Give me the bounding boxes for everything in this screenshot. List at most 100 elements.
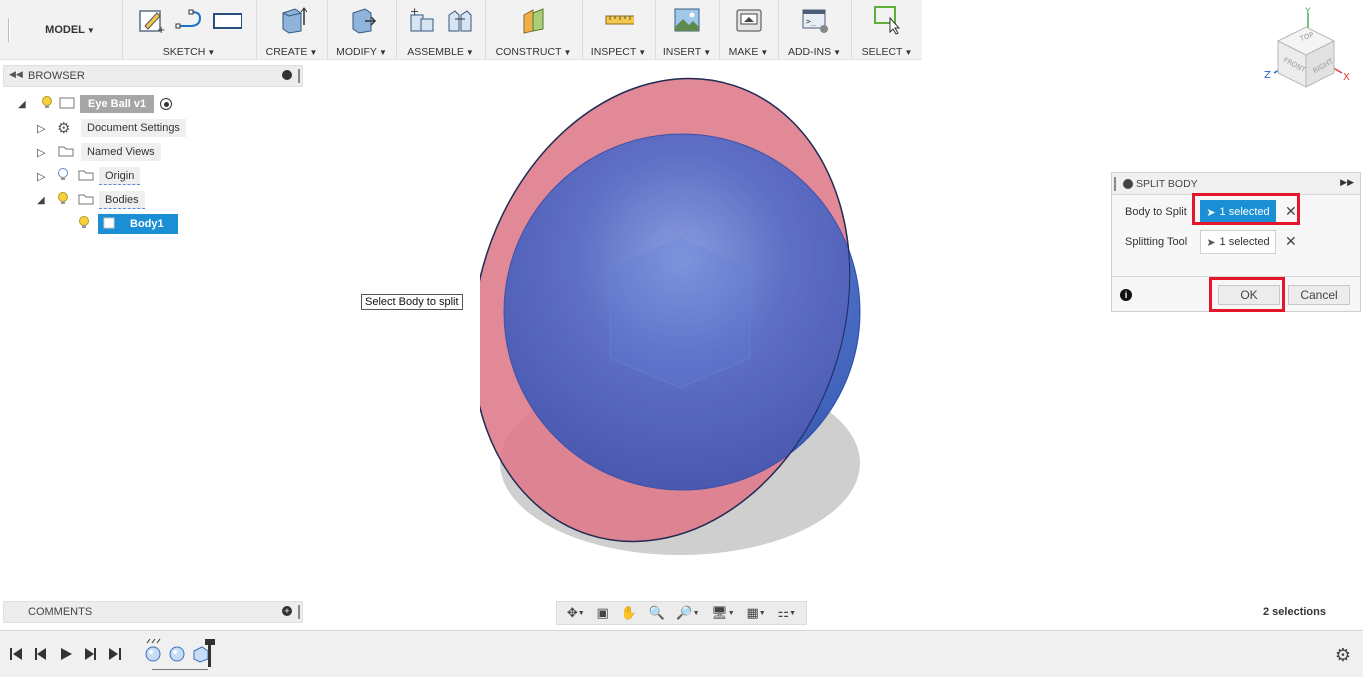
collapse-dialog-icon[interactable] [1123,179,1133,189]
add-comment-icon[interactable]: + [282,606,292,616]
root-component-label[interactable]: Eye Ball v1 [80,95,155,113]
tree-root[interactable]: ◢ Eye Ball v1 [18,94,173,114]
offset-plane-icon[interactable] [519,4,549,36]
sketch-label: SKETCH [162,46,206,58]
tree-item-label: Body1 [130,218,164,230]
cancel-button[interactable]: Cancel [1288,285,1350,305]
viewcube[interactable]: TOP FRONT RIGHT Y X Z [1262,3,1358,95]
create-sketch-icon[interactable]: + [136,4,166,36]
grid-icon[interactable]: ▦ ▼ [746,605,765,621]
select-label: SELECT [861,46,903,58]
addins-label: ADD-INS [787,46,832,58]
assemble-label: ASSEMBLE [407,46,464,58]
browser-panel-header[interactable]: ◀◀ BROWSER [3,65,303,87]
collapse-arrow-icon[interactable]: ◢ [18,99,36,110]
measure-icon[interactable] [604,4,634,36]
assemble-menu[interactable]: ASSEMBLE ▼ [397,46,484,58]
addins-menu[interactable]: ADD-INS ▼ [779,46,850,58]
clear-tool-selection-icon[interactable]: ✕ [1285,233,1297,250]
comments-panel-header[interactable]: COMMENTS + [3,601,303,623]
minimize-panel-icon[interactable] [282,70,292,80]
expand-arrow-icon[interactable]: ▷ [37,146,57,159]
svg-text:+: + [410,5,419,18]
pan-icon[interactable]: ✋ [621,605,637,621]
viewports-icon[interactable]: ⚏ ▼ [777,605,796,621]
expand-arrow-icon[interactable]: ▷ [37,170,57,183]
new-component-icon[interactable]: + [407,4,437,36]
axis-x-label: X [1343,72,1350,83]
svg-text:+: + [157,25,165,34]
zoom-icon[interactable]: 🔍 [648,605,664,621]
select-icon[interactable] [872,4,902,36]
go-to-start-icon[interactable] [9,647,23,664]
lightbulb-icon[interactable] [36,95,58,113]
workspace-dropdown[interactable]: MODEL ▼ [20,0,120,60]
rectangle-icon[interactable] [212,4,242,36]
lightbulb-icon[interactable] [57,191,77,209]
select-group: SELECT ▼ [851,0,922,60]
sphere-feature-icon[interactable] [144,645,162,666]
document-icon [58,96,80,113]
lightbulb-off-icon[interactable] [57,167,77,185]
modify-menu[interactable]: MODIFY ▼ [328,46,395,58]
create-menu[interactable]: CREATE ▼ [257,46,326,58]
dialog-grip[interactable] [1114,177,1116,191]
3d-print-icon[interactable] [734,4,764,36]
tree-item-label: Origin [99,167,141,185]
tree-item-label: Named Views [81,143,161,161]
step-forward-icon[interactable] [83,647,97,664]
tree-item-label: Bodies [99,191,145,209]
make-menu[interactable]: MAKE ▼ [720,46,777,58]
line-icon[interactable] [174,4,204,36]
sphere-feature-icon[interactable] [168,645,186,666]
insert-image-icon[interactable] [672,4,702,36]
collapse-arrow-icon[interactable]: ◢ [37,195,57,206]
gear-icon[interactable]: ⚙ [1335,645,1351,666]
tree-item-origin[interactable]: ▷ Origin [37,166,141,186]
modify-label: MODIFY [336,46,377,58]
tree-item-named-views[interactable]: ▷ Named Views [37,142,161,162]
fit-icon[interactable]: 🔎 ▼ [676,605,699,621]
toolbar-grip[interactable] [8,18,10,42]
step-back-icon[interactable] [34,647,48,664]
construct-menu[interactable]: CONSTRUCT ▼ [486,46,581,58]
tree-item-bodies[interactable]: ◢ Bodies [37,190,145,210]
press-pull-icon[interactable] [347,4,377,36]
extrude-icon[interactable] [277,4,307,36]
make-label: MAKE [728,46,759,58]
dialog-header[interactable]: SPLIT BODY ▶▶ [1112,173,1360,195]
tree-item-body1[interactable]: Body1 [78,214,178,234]
expand-dialog-icon[interactable]: ▶▶ [1340,177,1354,188]
info-icon[interactable]: i [1120,289,1132,301]
collapse-panel-icon[interactable]: ◀◀ [9,69,23,80]
tree-item-document-settings[interactable]: ▷ ⚙ Document Settings [37,118,186,138]
construct-label: CONSTRUCT [495,46,562,58]
selection-tooltip: Select Body to split [361,294,463,310]
sketch-menu[interactable]: SKETCH ▼ [123,46,255,58]
panel-grip[interactable] [298,605,300,619]
selection-count: 2 selections [1263,606,1326,618]
lightbulb-icon[interactable] [78,215,98,233]
go-to-end-icon[interactable] [108,647,122,664]
scripts-icon[interactable]: >_ [800,4,830,36]
joint-icon[interactable] [445,4,475,36]
orbit-icon[interactable]: ✥ ▼ [567,605,585,621]
axis-z-label: Z [1264,70,1271,81]
tree-item-label: Document Settings [81,119,186,137]
make-group: MAKE ▼ [719,0,777,60]
look-at-icon[interactable]: ▣ [596,605,608,621]
select-menu[interactable]: SELECT ▼ [852,46,922,58]
sketch-group: + SKETCH ▼ [122,0,255,60]
activate-component-icon[interactable] [160,98,173,110]
insert-menu[interactable]: INSERT ▼ [656,46,718,58]
folder-icon [77,192,99,209]
panel-grip[interactable] [298,69,300,83]
play-icon[interactable] [59,647,73,664]
expand-arrow-icon[interactable]: ▷ [37,122,57,135]
inspect-menu[interactable]: INSPECT ▼ [583,46,654,58]
timeline-marker-head[interactable] [205,639,215,645]
inspect-label: INSPECT [590,46,637,58]
model-canvas[interactable] [471,68,880,568]
display-settings-icon[interactable]: 🖥 ▼ [711,605,734,621]
splitting-tool-selector[interactable]: ➤ 1 selected [1200,230,1276,254]
